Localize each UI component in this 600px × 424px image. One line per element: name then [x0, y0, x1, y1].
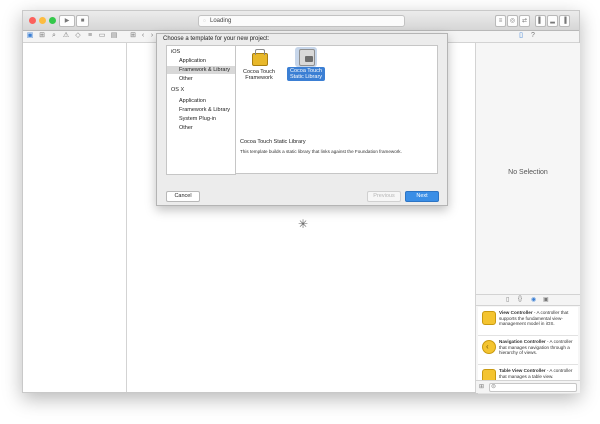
- library-item-name: View Controller: [499, 310, 533, 315]
- version-editor-button[interactable]: ⇄: [519, 15, 530, 27]
- toggle-navigator-button[interactable]: ▌: [535, 15, 546, 27]
- object-library-icon[interactable]: ◉: [531, 296, 536, 303]
- view-controller-icon: [482, 311, 496, 325]
- template-grid: Cocoa Touch Framework Cocoa Touch Static…: [235, 45, 438, 139]
- sheet-title: Choose a template for your new project:: [163, 36, 270, 42]
- run-button[interactable]: ▶: [59, 15, 75, 27]
- template-label-line2: Static Library: [289, 74, 323, 80]
- related-items-icon[interactable]: ⊞: [129, 32, 137, 40]
- library-selector-bar: ▯ {} ◉ ▣: [476, 294, 580, 306]
- no-selection-label: No Selection: [508, 169, 548, 176]
- template-description-panel: Cocoa Touch Static Library This template…: [235, 137, 438, 174]
- category-item[interactable]: System Plug-in: [167, 115, 235, 123]
- editor-version-icon: ⇄: [521, 18, 528, 24]
- code-snippet-library-icon[interactable]: {}: [518, 296, 522, 302]
- stop-button[interactable]: ■: [76, 15, 89, 27]
- standard-editor-button[interactable]: ≡: [495, 15, 506, 27]
- report-navigator-icon[interactable]: ▤: [110, 32, 118, 40]
- template-chooser-sheet: Choose a template for your new project: …: [156, 33, 448, 206]
- minimize-window-button[interactable]: [39, 17, 46, 24]
- editor-standard-icon: ≡: [498, 18, 503, 24]
- library-item-name: Navigation Controller: [499, 339, 546, 344]
- activity-viewer: ◌ Loading: [198, 15, 405, 27]
- library-item[interactable]: ‹ Navigation Controller - A controller t…: [478, 336, 578, 365]
- toggle-utilities-button[interactable]: ▐: [559, 15, 570, 27]
- template-cocoa-touch-static-library[interactable]: Cocoa Touch Static Library: [286, 47, 326, 86]
- category-item-selected[interactable]: Framework & Library: [167, 66, 235, 74]
- toolbox-icon: [251, 48, 268, 66]
- find-navigator-icon[interactable]: ⌕: [50, 32, 58, 40]
- debug-navigator-icon[interactable]: ≡: [86, 32, 94, 40]
- library-filter-bar: ⊞ ⊜: [476, 380, 580, 393]
- category-item[interactable]: Framework & Library: [167, 106, 235, 114]
- toggle-debug-area-button[interactable]: ▂: [547, 15, 558, 27]
- navigation-controller-icon: ‹: [482, 340, 496, 354]
- category-item[interactable]: Application: [167, 57, 235, 65]
- media-library-icon[interactable]: ▣: [543, 296, 549, 303]
- category-item[interactable]: Other: [167, 124, 235, 132]
- xcode-window: ▶ ■ ◌ Loading ≡ ◎ ⇄ ▌ ▂ ▐ ▣ ⊞ ⌕ ⚠ ◇ ≡ ▭ …: [22, 10, 580, 394]
- category-header: iOS: [171, 49, 181, 55]
- template-description-body: This template builds a static library th…: [240, 149, 402, 154]
- stop-icon: ■: [80, 18, 85, 24]
- cancel-button[interactable]: Cancel: [166, 191, 200, 202]
- template-description-title: Cocoa Touch Static Library: [240, 139, 306, 145]
- zoom-window-button[interactable]: [49, 17, 56, 24]
- template-category-list: iOS Application Framework & Library Othe…: [166, 45, 236, 175]
- close-window-button[interactable]: [29, 17, 36, 24]
- library-item-name: Table View Controller: [499, 368, 546, 373]
- navigator-pane: [23, 43, 127, 392]
- previous-button[interactable]: Previous: [367, 191, 401, 202]
- template-cocoa-touch-framework[interactable]: Cocoa Touch Framework: [239, 48, 279, 86]
- file-template-library-icon[interactable]: ▯: [506, 296, 509, 303]
- right-panel-icon: ▐: [562, 18, 567, 24]
- toolbar: ▶ ■ ◌ Loading ≡ ◎ ⇄ ▌ ▂ ▐: [23, 11, 579, 31]
- static-library-icon: [299, 49, 315, 66]
- breakpoint-navigator-icon[interactable]: ▭: [98, 32, 106, 40]
- project-navigator-icon[interactable]: ▣: [26, 32, 34, 40]
- test-navigator-icon[interactable]: ◇: [74, 32, 82, 40]
- library-item[interactable]: View Controller - A controller that supp…: [478, 307, 578, 336]
- play-icon: ▶: [64, 18, 70, 24]
- category-item[interactable]: Other: [167, 75, 235, 83]
- grid-view-icon[interactable]: ⊞: [479, 383, 484, 390]
- template-label-line2: Framework: [245, 75, 273, 81]
- bottom-panel-icon: ▂: [550, 18, 555, 24]
- next-button[interactable]: Next: [405, 191, 439, 202]
- editor-assistant-icon: ◎: [509, 18, 516, 24]
- utilities-pane: No Selection ▯ {} ◉ ▣ View Controller - …: [475, 43, 580, 394]
- category-item[interactable]: Application: [167, 97, 235, 105]
- symbol-navigator-icon[interactable]: ⊞: [38, 32, 46, 40]
- forward-arrow-icon[interactable]: ›: [148, 32, 156, 40]
- activity-status-text: Loading: [210, 18, 232, 24]
- quick-help-icon[interactable]: ?: [529, 32, 537, 40]
- loading-spinner-icon: ✳: [297, 217, 309, 231]
- left-panel-icon: ▌: [538, 18, 543, 24]
- back-arrow-icon[interactable]: ‹: [139, 32, 147, 40]
- spinner-small-icon: ◌: [203, 18, 206, 24]
- filter-icon: ⊜: [491, 384, 497, 390]
- category-header: OS X: [171, 87, 185, 93]
- library-filter-input[interactable]: ⊜: [489, 383, 577, 392]
- file-inspector-icon[interactable]: ▯: [517, 32, 525, 40]
- issue-navigator-icon[interactable]: ⚠: [62, 32, 70, 40]
- assistant-editor-button[interactable]: ◎: [507, 15, 518, 27]
